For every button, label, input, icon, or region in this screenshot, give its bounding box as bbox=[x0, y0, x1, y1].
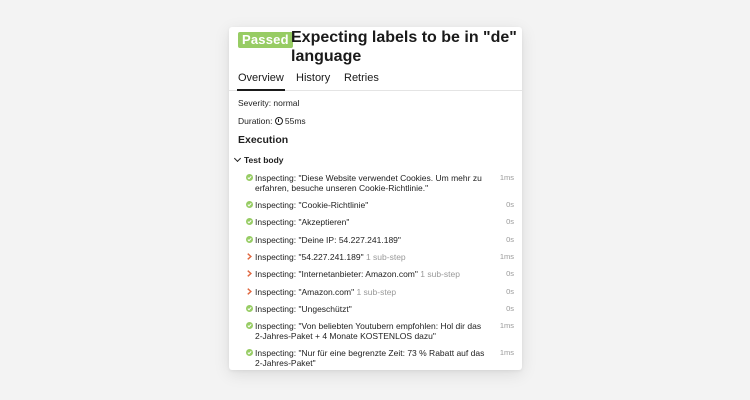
step-text: Inspecting: "Akzeptieren" bbox=[255, 217, 350, 227]
step-text: Inspecting: "Cookie-Richtlinie" bbox=[255, 200, 369, 210]
status-badge: Passed bbox=[238, 32, 293, 48]
test-body-toggle[interactable]: Test body bbox=[233, 154, 284, 166]
tab-overview[interactable]: Overview bbox=[237, 71, 285, 91]
substep-count: 1 sub-step bbox=[417, 269, 460, 279]
step-duration: 0s bbox=[506, 287, 514, 296]
step-text: Inspecting: "Diese Website verwendet Coo… bbox=[255, 173, 482, 193]
duration-label: Duration: bbox=[238, 116, 275, 126]
step-text: Inspecting: "Nur für eine begrenzte Zeit… bbox=[255, 348, 485, 368]
chevron-right-icon bbox=[247, 288, 252, 295]
step-duration: 1ms bbox=[499, 348, 514, 357]
check-circle-icon bbox=[246, 201, 253, 208]
step-duration: 1ms bbox=[499, 321, 514, 330]
substep-count: 1 sub-step bbox=[363, 252, 406, 262]
step-duration: 0s bbox=[506, 304, 514, 313]
substep-count: 1 sub-step bbox=[354, 287, 397, 297]
tab-bar: Overview History Retries bbox=[229, 68, 522, 91]
step-duration: 0s bbox=[506, 269, 514, 278]
check-circle-icon bbox=[246, 349, 253, 356]
clock-icon bbox=[274, 117, 283, 125]
check-circle-icon bbox=[246, 218, 253, 225]
step-text: Inspecting: "Deine IP: 54.227.241.189" bbox=[255, 235, 401, 245]
test-header: Passed Expecting labels to be in "de" la… bbox=[229, 27, 522, 69]
check-circle-icon bbox=[246, 174, 253, 181]
step-duration: 0s bbox=[506, 200, 514, 209]
step-duration: 1ms bbox=[499, 173, 514, 182]
tab-history[interactable]: History bbox=[296, 71, 330, 89]
tab-retries[interactable]: Retries bbox=[344, 71, 379, 89]
test-result-card: Passed Expecting labels to be in "de" la… bbox=[229, 27, 522, 370]
chevron-right-icon bbox=[247, 270, 252, 277]
test-body-label: Test body bbox=[244, 155, 284, 165]
check-circle-icon bbox=[246, 305, 253, 312]
check-circle-icon bbox=[246, 322, 253, 329]
step-text: Inspecting: "Internetanbieter: Amazon.co… bbox=[255, 269, 418, 279]
step-text: Inspecting: "Amazon.com" bbox=[255, 287, 355, 297]
duration-row: Duration: 55ms bbox=[238, 116, 306, 127]
step-duration: 0s bbox=[506, 235, 514, 244]
step-duration: 0s bbox=[506, 217, 514, 226]
step-text: Inspecting: "Ungeschützt" bbox=[255, 304, 352, 314]
check-circle-icon bbox=[246, 236, 253, 243]
severity-label: Severity: normal bbox=[238, 98, 300, 108]
step-duration: 1ms bbox=[499, 252, 514, 261]
step-text: Inspecting: "54.227.241.189" bbox=[255, 252, 364, 262]
step-text: Inspecting: "Von beliebten Youtubern emp… bbox=[255, 321, 482, 341]
chevron-right-icon bbox=[247, 253, 252, 260]
page-title: Expecting labels to be in "de" language bbox=[291, 29, 517, 65]
execution-title: Execution bbox=[238, 134, 289, 146]
duration-value: 55ms bbox=[284, 116, 306, 126]
chevron-down-icon bbox=[233, 154, 242, 163]
